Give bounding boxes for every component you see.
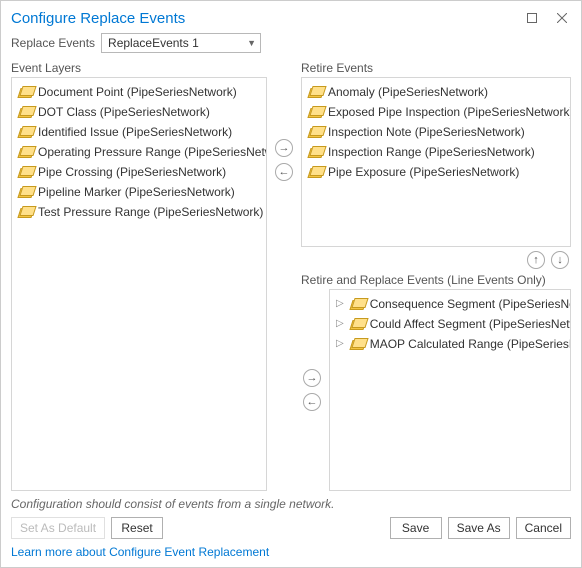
layer-icon bbox=[18, 186, 32, 198]
list-item-label: Pipe Exposure (PipeSeriesNetwork) bbox=[328, 164, 519, 180]
retire-replace-row: → ← ▷ Consequence Segment (PipeSeriesNetw… bbox=[301, 289, 571, 491]
list-item-label: Inspection Range (PipeSeriesNetwork) bbox=[328, 144, 535, 160]
right-column: Retire Events Anomaly (PipeSeriesNetwork… bbox=[301, 61, 571, 491]
footer-buttons: Set As Default Reset Save Save As Cancel bbox=[1, 515, 581, 545]
layer-icon bbox=[350, 298, 364, 310]
expand-icon[interactable]: ▷ bbox=[336, 316, 344, 332]
move-left-button[interactable]: ← bbox=[275, 163, 293, 181]
cancel-button[interactable]: Cancel bbox=[516, 517, 571, 539]
helper-text: Configuration should consist of events f… bbox=[1, 491, 581, 515]
layer-icon bbox=[18, 126, 32, 138]
layer-icon bbox=[18, 166, 32, 178]
list-item[interactable]: Document Point (PipeSeriesNetwork) bbox=[14, 82, 264, 102]
move-up-button[interactable]: ↑ bbox=[527, 251, 545, 269]
list-item-label: Test Pressure Range (PipeSeriesNetwork) bbox=[38, 204, 263, 220]
list-item[interactable]: ▷ Could Affect Segment (PipeSeriesNetwork… bbox=[332, 314, 568, 334]
dialog-title: Configure Replace Events bbox=[11, 10, 517, 27]
list-item[interactable]: DOT Class (PipeSeriesNetwork) bbox=[14, 102, 264, 122]
arrow-right-icon: → bbox=[307, 373, 318, 384]
close-icon bbox=[557, 13, 567, 23]
learn-more-link[interactable]: Learn more about Configure Event Replace… bbox=[11, 545, 269, 559]
layer-icon bbox=[18, 146, 32, 158]
list-item[interactable]: ▷ Consequence Segment (PipeSeriesNetwork) bbox=[332, 294, 568, 314]
list-item-label: Anomaly (PipeSeriesNetwork) bbox=[328, 84, 488, 100]
reset-button[interactable]: Reset bbox=[111, 517, 163, 539]
event-layers-header: Event Layers bbox=[11, 61, 267, 77]
list-item-label: Operating Pressure Range (PipeSeriesNetw… bbox=[38, 144, 267, 160]
move-right-button-2[interactable]: → bbox=[303, 369, 321, 387]
list-item[interactable]: Identified Issue (PipeSeriesNetwork) bbox=[14, 122, 264, 142]
move-right-button[interactable]: → bbox=[275, 139, 293, 157]
move-left-button-2[interactable]: ← bbox=[303, 393, 321, 411]
list-item[interactable]: Pipeline Marker (PipeSeriesNetwork) bbox=[14, 182, 264, 202]
retire-events-listbox[interactable]: Anomaly (PipeSeriesNetwork) Exposed Pipe … bbox=[301, 77, 571, 247]
layer-icon bbox=[308, 126, 322, 138]
list-item[interactable]: Anomaly (PipeSeriesNetwork) bbox=[304, 82, 568, 102]
retire-replace-listbox[interactable]: ▷ Consequence Segment (PipeSeriesNetwork)… bbox=[329, 289, 571, 491]
set-default-button[interactable]: Set As Default bbox=[11, 517, 105, 539]
layer-icon bbox=[350, 338, 364, 350]
list-item-label: Exposed Pipe Inspection (PipeSeriesNetwo… bbox=[328, 104, 571, 120]
layer-icon bbox=[18, 86, 32, 98]
save-as-button[interactable]: Save As bbox=[448, 517, 510, 539]
list-item-label: Could Affect Segment (PipeSeriesNetwork) bbox=[370, 316, 571, 332]
list-item[interactable]: Inspection Range (PipeSeriesNetwork) bbox=[304, 142, 568, 162]
event-layers-column: Event Layers Document Point (PipeSeriesN… bbox=[11, 61, 267, 491]
list-item[interactable]: Pipe Crossing (PipeSeriesNetwork) bbox=[14, 162, 264, 182]
layer-icon bbox=[308, 146, 322, 158]
layer-icon bbox=[308, 106, 322, 118]
list-item-label: Inspection Note (PipeSeriesNetwork) bbox=[328, 124, 525, 140]
retire-replace-header: Retire and Replace Events (Line Events O… bbox=[301, 273, 571, 289]
layer-icon bbox=[18, 106, 32, 118]
transfer-arrows-bottom: → ← bbox=[301, 289, 323, 491]
chevron-down-icon: ▼ bbox=[247, 38, 256, 48]
list-item[interactable]: Pipe Exposure (PipeSeriesNetwork) bbox=[304, 162, 568, 182]
maximize-icon bbox=[527, 13, 537, 23]
help-link-row: Learn more about Configure Event Replace… bbox=[1, 545, 581, 567]
arrow-left-icon: ← bbox=[279, 167, 290, 178]
retire-events-header: Retire Events bbox=[301, 61, 571, 77]
list-item[interactable]: ▷ MAOP Calculated Range (PipeSeriesNetwor… bbox=[332, 334, 568, 354]
list-item-label: DOT Class (PipeSeriesNetwork) bbox=[38, 104, 210, 120]
list-item-label: Pipeline Marker (PipeSeriesNetwork) bbox=[38, 184, 235, 200]
list-item-label: MAOP Calculated Range (PipeSeriesNetwork… bbox=[370, 336, 571, 352]
replace-events-combobox[interactable]: ReplaceEvents 1 ▼ bbox=[101, 33, 261, 53]
arrow-right-icon: → bbox=[279, 143, 290, 154]
move-down-button[interactable]: ↓ bbox=[551, 251, 569, 269]
list-item[interactable]: Test Pressure Range (PipeSeriesNetwork) bbox=[14, 202, 264, 222]
list-item-label: Consequence Segment (PipeSeriesNetwork) bbox=[370, 296, 571, 312]
reorder-buttons: ↑ ↓ bbox=[301, 247, 571, 273]
list-item-label: Identified Issue (PipeSeriesNetwork) bbox=[38, 124, 232, 140]
replace-events-selected: ReplaceEvents 1 bbox=[108, 36, 199, 50]
layer-icon bbox=[18, 206, 32, 218]
layer-icon bbox=[308, 166, 322, 178]
list-item-label: Pipe Crossing (PipeSeriesNetwork) bbox=[38, 164, 226, 180]
list-item[interactable]: Exposed Pipe Inspection (PipeSeriesNetwo… bbox=[304, 102, 568, 122]
transfer-arrows-top: → ← bbox=[273, 61, 295, 491]
replace-events-label: Replace Events bbox=[11, 36, 95, 50]
close-button[interactable] bbox=[547, 8, 577, 28]
arrow-left-icon: ← bbox=[307, 397, 318, 408]
layer-icon bbox=[308, 86, 322, 98]
expand-icon[interactable]: ▷ bbox=[336, 296, 344, 312]
replace-events-selector-row: Replace Events ReplaceEvents 1 ▼ bbox=[1, 29, 581, 61]
list-item[interactable]: Operating Pressure Range (PipeSeriesNetw… bbox=[14, 142, 264, 162]
titlebar: Configure Replace Events bbox=[1, 1, 581, 29]
arrow-down-icon: ↓ bbox=[557, 255, 563, 266]
expand-icon[interactable]: ▷ bbox=[336, 336, 344, 352]
layer-icon bbox=[350, 318, 364, 330]
maximize-button[interactable] bbox=[517, 8, 547, 28]
list-item[interactable]: Inspection Note (PipeSeriesNetwork) bbox=[304, 122, 568, 142]
event-layers-listbox[interactable]: Document Point (PipeSeriesNetwork) DOT Cl… bbox=[11, 77, 267, 491]
save-button[interactable]: Save bbox=[390, 517, 442, 539]
main-panes: Event Layers Document Point (PipeSeriesN… bbox=[1, 61, 581, 491]
arrow-up-icon: ↑ bbox=[533, 255, 539, 266]
list-item-label: Document Point (PipeSeriesNetwork) bbox=[38, 84, 237, 100]
configure-replace-events-dialog: Configure Replace Events Replace Events … bbox=[0, 0, 582, 568]
